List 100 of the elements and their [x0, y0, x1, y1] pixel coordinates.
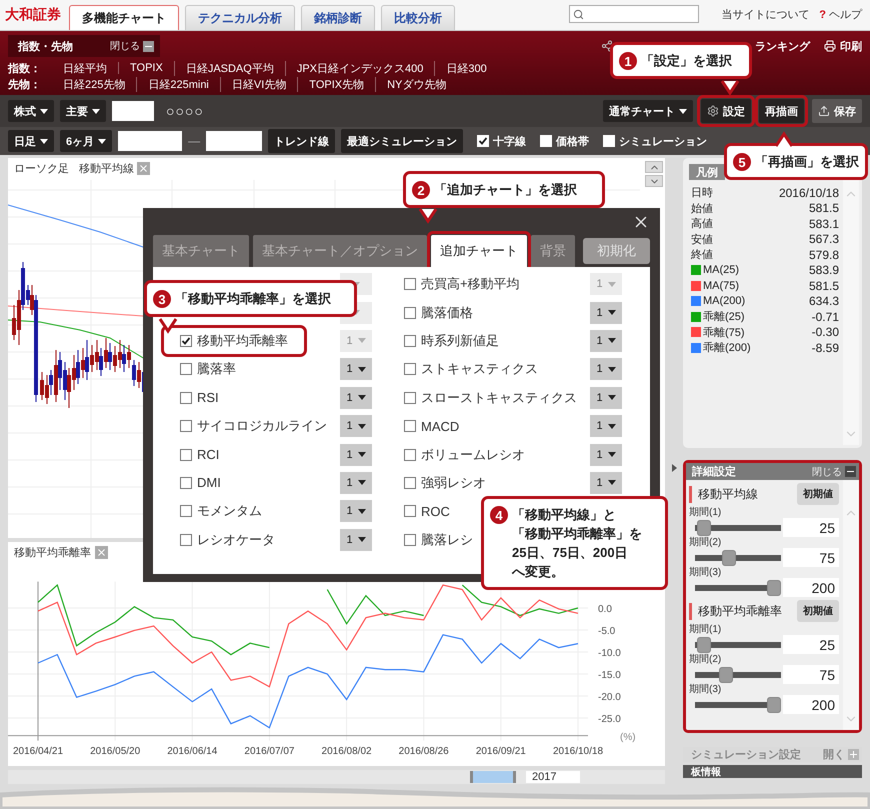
count-dropdown[interactable]: 1 [340, 500, 372, 522]
band-link[interactable]: ランキング [755, 38, 810, 54]
nav-tab[interactable]: テクニカル分析 [185, 5, 295, 30]
count-dropdown[interactable]: 1 [590, 444, 622, 466]
checkbox[interactable] [404, 448, 416, 461]
index-link[interactable]: NYダウ先物 [375, 76, 458, 92]
count-dropdown[interactable]: 1 [340, 358, 372, 380]
share-icon[interactable] [601, 40, 613, 52]
slider-thumb[interactable] [697, 520, 712, 536]
close-button[interactable] [137, 162, 150, 175]
minus-icon[interactable] [143, 40, 154, 52]
close-link[interactable]: 閉じる [110, 39, 154, 53]
count-dropdown[interactable]: 1 [590, 330, 622, 352]
legend-value: -8.59 [812, 340, 839, 355]
checkbox[interactable] [404, 334, 416, 347]
indicator-label: ストキャスティクス [421, 360, 538, 378]
code-input[interactable] [112, 101, 154, 121]
index-link[interactable]: 日経225先物 [52, 76, 136, 92]
reset-button[interactable]: 初期値 [797, 600, 839, 622]
slider-thumb[interactable] [767, 696, 781, 712]
toolbar-button[interactable]: 再描画 [759, 99, 804, 123]
checkbox[interactable] [404, 363, 416, 376]
nav-tab[interactable]: 銘柄診断 [301, 5, 375, 30]
range-separator: — [188, 134, 200, 148]
checkbox[interactable] [180, 476, 192, 489]
category-dropdown[interactable]: 主要 [60, 100, 106, 122]
count-dropdown[interactable]: 1 [590, 415, 622, 438]
index-link[interactable]: TOPIX [118, 62, 174, 74]
count-dropdown[interactable]: 1 [590, 386, 622, 409]
period-input[interactable]: 25 [783, 635, 839, 654]
count-dropdown[interactable]: 1 [590, 358, 622, 380]
checkbox[interactable] [404, 534, 416, 546]
index-link[interactable]: TOPIX先物 [297, 76, 376, 92]
caret-icon [358, 480, 366, 486]
header-link[interactable]: 当サイトについて [721, 7, 810, 22]
tool-button[interactable]: トレンド線 [268, 129, 336, 153]
count-dropdown[interactable]: 1 [590, 302, 622, 324]
index-link[interactable]: 日経平均 [52, 60, 118, 76]
period-input[interactable]: 75 [783, 665, 839, 684]
checkbox[interactable] [180, 363, 192, 376]
market-dropdown[interactable]: 株式 [8, 100, 54, 122]
chart-type-dropdown[interactable]: 通常チャート [603, 100, 693, 122]
close-button[interactable] [95, 546, 108, 559]
close-link[interactable]: 閉じる [812, 464, 856, 478]
callout-text: 「設定」を選択 [641, 52, 732, 70]
count-dropdown[interactable]: 1 [340, 472, 372, 494]
index-link[interactable]: JPX日経インデックス400 [284, 60, 434, 76]
checkbox[interactable] [404, 392, 416, 404]
checkbox[interactable] [180, 420, 192, 432]
checkbox[interactable] [180, 392, 192, 404]
count-dropdown[interactable]: 1 [340, 528, 372, 551]
start-date-input[interactable] [118, 131, 182, 151]
logo[interactable]: 大和証券 [0, 6, 69, 24]
count-dropdown[interactable]: 1 [340, 386, 372, 409]
range-dropdown[interactable]: 6ヶ月 [60, 130, 112, 152]
period-input[interactable]: 200 [783, 578, 839, 597]
checkbox[interactable] [180, 448, 192, 461]
checkbox[interactable] [180, 534, 192, 546]
index-link[interactable]: 日経JASDAQ平均 [174, 60, 285, 76]
slider-thumb[interactable] [767, 580, 781, 596]
collapse-handle-icon[interactable] [672, 464, 676, 472]
index-link[interactable]: 日経300 [434, 60, 498, 76]
checkbox[interactable] [404, 476, 416, 489]
period-input[interactable]: 25 [783, 518, 839, 537]
count-dropdown[interactable]: 1 [340, 444, 372, 466]
count-dropdown[interactable]: 1 [590, 472, 622, 494]
legend-label: 始値 [691, 202, 713, 216]
index-panel-tab[interactable]: 指数・先物 閉じる [8, 35, 160, 57]
slider-thumb[interactable] [722, 550, 736, 566]
dialog-tab[interactable]: 追加チャート [431, 235, 527, 267]
step-number: 1 [619, 52, 637, 70]
group-title: 移動平均線 [689, 486, 758, 502]
period-dropdown[interactable]: 日足 [8, 130, 54, 152]
minus-icon[interactable] [845, 466, 856, 477]
index-link[interactable]: 日経VI先物 [220, 76, 298, 92]
band-link[interactable]: 印刷 [824, 38, 862, 54]
board-info-bar[interactable]: 板情報 [683, 765, 862, 778]
checkbox[interactable] [404, 420, 416, 432]
nav-tab[interactable]: 多機能チャート [69, 5, 179, 30]
count-dropdown[interactable]: 1 [340, 415, 372, 438]
search-field[interactable] [569, 5, 700, 23]
header-link[interactable]: ? ヘルプ [819, 7, 862, 22]
checkbox[interactable] [180, 505, 192, 518]
period-label: 期間(2) [689, 537, 722, 548]
toolbar-button[interactable]: 設定 [701, 99, 751, 123]
checkbox[interactable] [404, 306, 416, 319]
slider-thumb[interactable] [718, 666, 733, 682]
tool-button[interactable]: 最適シミュレーション [341, 129, 464, 153]
period-input[interactable]: 200 [783, 695, 839, 714]
reset-button[interactable]: 初期値 [797, 483, 839, 505]
toolbar-button[interactable]: 保存 [812, 99, 862, 123]
period-input[interactable]: 75 [783, 548, 839, 567]
end-date-input[interactable] [206, 131, 262, 151]
slider-thumb[interactable] [697, 636, 712, 652]
row-label: 指数： [8, 62, 42, 76]
nav-tab[interactable]: 比較分析 [381, 5, 455, 30]
index-link[interactable]: 日経225mini [136, 76, 220, 92]
scroll-down-button[interactable] [645, 175, 663, 187]
scroll-up-button[interactable] [645, 161, 663, 173]
checkbox[interactable] [404, 505, 416, 518]
